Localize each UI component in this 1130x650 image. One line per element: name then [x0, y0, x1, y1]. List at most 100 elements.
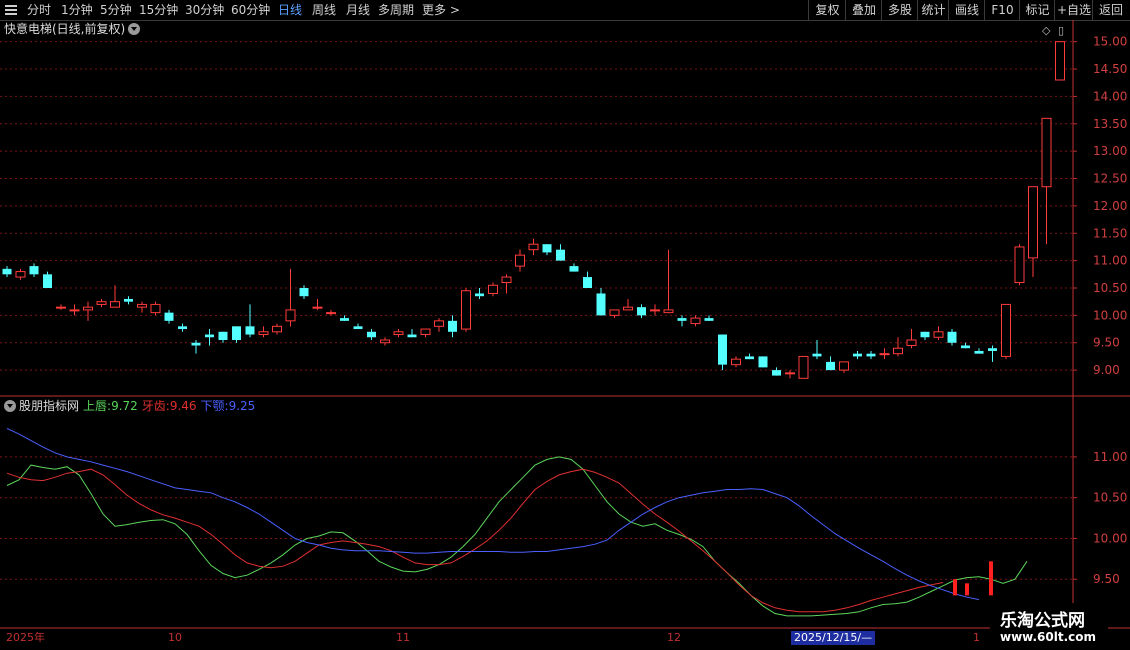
candle-body [393, 331, 404, 336]
candle-body [326, 312, 336, 315]
draw-line-button[interactable]: 画线 [948, 0, 985, 20]
candle-body [690, 317, 701, 325]
candle-body [272, 325, 282, 333]
price-tick-label: 14.50 [1093, 62, 1127, 76]
period-intraday[interactable]: 分时 [27, 0, 51, 20]
candle-body [947, 331, 957, 343]
candle-body [258, 331, 269, 336]
panel-toggle-icon[interactable]: ▯ [1058, 24, 1064, 37]
price-tick-label: 10.00 [1093, 308, 1127, 322]
candle-body [583, 277, 592, 288]
statistics-button[interactable]: 统计 [917, 0, 949, 20]
indicator-tick-label: 11.00 [1093, 450, 1127, 464]
period-5min[interactable]: 5分钟 [100, 0, 132, 20]
candle-body [1028, 186, 1038, 259]
series-line-下颚 [6, 427, 980, 601]
period-multi[interactable]: 多周期 [378, 0, 414, 20]
price-tick-label: 11.00 [1093, 254, 1127, 268]
indicator-lips-value: 9.72 [111, 399, 138, 413]
candle-body [988, 348, 997, 351]
period-monthly[interactable]: 月线 [346, 0, 370, 20]
candle-body [2, 268, 12, 275]
candle-body [718, 334, 727, 365]
overlay-button[interactable]: 叠加 [845, 0, 882, 20]
back-button[interactable]: 返回 [1092, 0, 1129, 20]
candle-body [704, 318, 714, 321]
candle-body [920, 331, 930, 338]
candle-body [569, 266, 579, 272]
price-tick-label: 12.50 [1093, 172, 1127, 186]
series-line-上唇 [6, 456, 1028, 617]
candle-body [15, 271, 26, 278]
candle-body [1055, 41, 1065, 81]
signal-bar [965, 583, 969, 596]
title-dropdown-icon[interactable] [128, 23, 140, 35]
price-tick-label: 13.50 [1093, 117, 1127, 131]
time-label-nov: 11 [396, 631, 410, 644]
candle-body [798, 355, 809, 379]
f10-button[interactable]: F10 [984, 0, 1020, 20]
candle-body [826, 361, 835, 371]
multi-stock-button[interactable]: 多股 [881, 0, 918, 20]
candle-body [56, 306, 66, 309]
time-label-year: 2025年 [6, 631, 45, 644]
candle-body [205, 334, 214, 338]
candle-body [69, 309, 80, 312]
candle-body [758, 356, 768, 368]
candle-body [83, 306, 93, 311]
candle-body [218, 331, 228, 340]
period-60min[interactable]: 60分钟 [231, 0, 270, 20]
price-tick-label: 12.00 [1093, 199, 1127, 213]
top-toolbar: 分时 1分钟 5分钟 15分钟 30分钟 60分钟 日线 周线 月线 多周期 更… [0, 0, 1130, 21]
candle-body [178, 326, 187, 330]
candle-body [407, 334, 417, 338]
candle-body [299, 288, 309, 297]
candle-body [1014, 246, 1025, 284]
price-tick-label: 10.50 [1093, 281, 1127, 295]
candle-body [906, 339, 917, 346]
candle-body [893, 347, 903, 355]
candle-body [164, 312, 174, 321]
candle-body [312, 306, 323, 309]
chart-area[interactable]: 15.00 14.50 14.00 13.50 13.00 12.50 12.00 11.50… [0, 20, 1130, 650]
candle-body [785, 372, 795, 375]
candle-body [488, 284, 498, 294]
period-1min[interactable]: 1分钟 [61, 0, 93, 20]
indicator-jaw-label: 下颚: [200, 399, 229, 413]
candle-body [731, 358, 741, 366]
price-tick-label: 11.50 [1093, 226, 1127, 240]
candle-body [150, 303, 161, 314]
candle-body [137, 303, 147, 308]
price-tick-label: 15.00 [1093, 35, 1127, 49]
time-label-jan: 1 [973, 631, 980, 644]
candle-body [637, 307, 646, 316]
candle-body [879, 353, 890, 356]
candle-body [745, 356, 754, 360]
candle-body [866, 353, 876, 357]
period-15min[interactable]: 15分钟 [139, 0, 178, 20]
period-30min[interactable]: 30分钟 [185, 0, 224, 20]
indicator-jaw-value: 9.25 [228, 399, 256, 413]
period-weekly[interactable]: 周线 [312, 0, 336, 20]
indicator-lips-label: 上唇: [83, 399, 112, 413]
signal-bar [989, 561, 993, 596]
indicator-dropdown-icon[interactable] [4, 400, 16, 412]
candle-body [380, 339, 390, 344]
menu-icon[interactable] [5, 5, 17, 15]
indicator-tick-label: 10.00 [1093, 531, 1127, 545]
signal-bar [953, 579, 957, 596]
diamond-icon[interactable]: ◇ [1042, 24, 1050, 37]
add-watchlist-button[interactable]: +自选 [1054, 0, 1093, 20]
candle-body [556, 249, 565, 261]
candle-body [434, 320, 444, 327]
period-more[interactable]: 更多 > [422, 0, 460, 20]
indicator-tick-label: 10.50 [1093, 491, 1127, 505]
period-daily[interactable]: 日线 [278, 0, 302, 20]
price-tick-label: 13.00 [1093, 144, 1127, 158]
stock-title-label: 快意电梯(日线,前复权) [4, 22, 126, 36]
stock-title: 快意电梯(日线,前复权) [4, 21, 125, 37]
mark-button[interactable]: 标记 [1019, 0, 1055, 20]
candle-body [812, 353, 822, 357]
candle-body [124, 298, 133, 302]
adjust-button[interactable]: 复权 [808, 0, 846, 20]
